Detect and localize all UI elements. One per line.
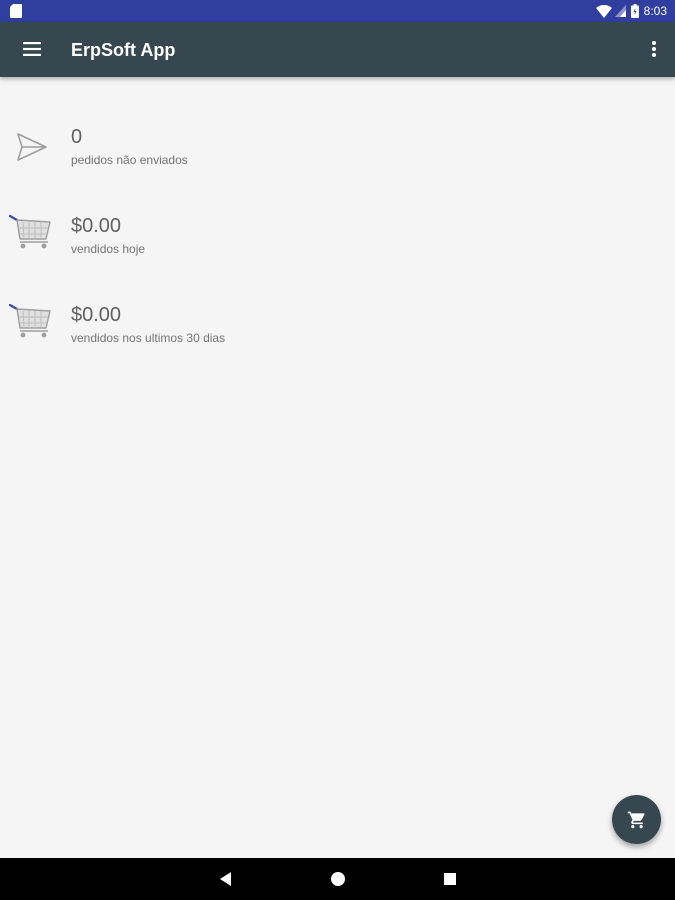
- sd-card-icon: [10, 4, 22, 18]
- navigation-bar: [0, 858, 675, 900]
- summary-item-sold-last-30-days[interactable]: $0.00 vendidos nos ultimos 30 dias: [0, 300, 675, 370]
- app-title: ErpSoft App: [71, 40, 176, 60]
- signal-icon: [614, 5, 626, 17]
- battery-icon: [630, 4, 639, 18]
- sold-last-30-days-label: vendidos nos ultimos 30 dias: [71, 331, 226, 345]
- sold-last-30-days-amount: $0.00: [71, 304, 122, 326]
- summary-item-sold-today[interactable]: $0.00 vendidos hoje: [0, 211, 675, 281]
- sold-today-label: vendidos hoje: [71, 242, 146, 256]
- shopping-cart-icon: [8, 214, 51, 249]
- back-icon[interactable]: [216, 870, 234, 888]
- shopping-cart-icon: [627, 811, 645, 828]
- recents-icon[interactable]: [441, 870, 459, 888]
- hamburger-menu-icon[interactable]: [20, 37, 44, 61]
- send-icon: [17, 133, 47, 161]
- wifi-icon: [595, 4, 612, 18]
- shopping-cart-icon: [8, 303, 51, 338]
- status-time: 8:03: [643, 4, 667, 18]
- new-order-fab-button[interactable]: [612, 795, 661, 844]
- unsent-orders-label: pedidos não enviados: [71, 153, 188, 167]
- unsent-orders-count: 0: [71, 126, 83, 148]
- summary-item-unsent-orders[interactable]: 0 pedidos não enviados: [0, 122, 675, 192]
- home-icon[interactable]: [329, 870, 347, 888]
- status-bar: 8:03: [0, 0, 675, 22]
- app-bar: ErpSoft App: [0, 22, 675, 77]
- sold-today-amount: $0.00: [71, 215, 122, 237]
- more-vert-icon[interactable]: [649, 37, 659, 61]
